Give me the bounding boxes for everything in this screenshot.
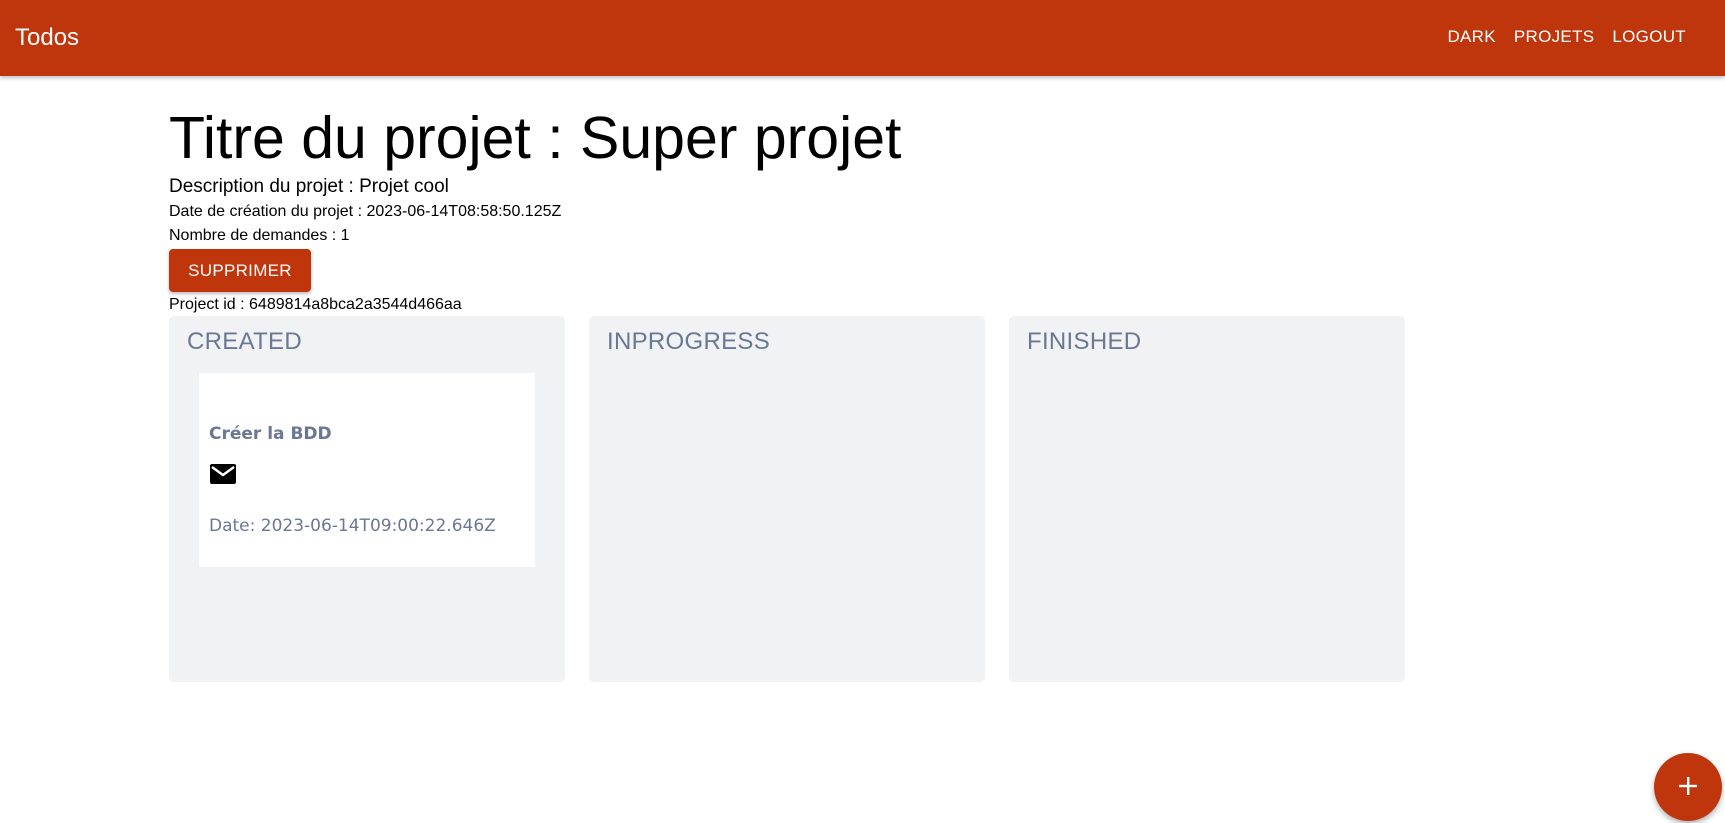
project-id: Project id : 6489814a8bca2a3544d466aa [169, 296, 462, 313]
page-title: Titre du projet : Super projet [169, 105, 902, 171]
column-created: CREATED Créer la BDD Date: 2023-06-14T09… [169, 316, 565, 682]
dark-mode-button[interactable]: DARK [1438, 26, 1504, 48]
mail-icon[interactable] [209, 462, 237, 486]
column-inprogress: INPROGRESS [589, 316, 985, 682]
app-title[interactable]: Todos [15, 23, 79, 53]
logout-button[interactable]: LOGOUT [1603, 26, 1695, 48]
request-count: Nombre de demandes : 1 [169, 227, 350, 244]
top-nav: DARK PROJETS LOGOUT [1438, 26, 1695, 48]
column-finished: FINISHED [1009, 316, 1405, 682]
project-description: Description du projet : Projet cool [169, 176, 449, 197]
projects-button[interactable]: PROJETS [1505, 26, 1604, 48]
task-title: Créer la BDD [209, 424, 332, 444]
column-title: FINISHED [1027, 328, 1142, 355]
plus-icon [1677, 775, 1699, 800]
column-title: CREATED [187, 328, 302, 355]
project-header: Titre du projet : Super projet [169, 102, 901, 174]
task-date: Date: 2023-06-14T09:00:22.646Z [209, 516, 496, 536]
project-creation-date: Date de création du projet : 2023-06-14T… [169, 203, 562, 220]
delete-project-button[interactable]: SUPPRIMER [169, 249, 311, 292]
app-bar: Todos DARK PROJETS LOGOUT [0, 0, 1725, 76]
column-title: INPROGRESS [607, 328, 771, 355]
add-task-button[interactable] [1654, 753, 1722, 821]
task-card[interactable]: Créer la BDD Date: 2023-06-14T09:00:22.6… [199, 373, 535, 567]
